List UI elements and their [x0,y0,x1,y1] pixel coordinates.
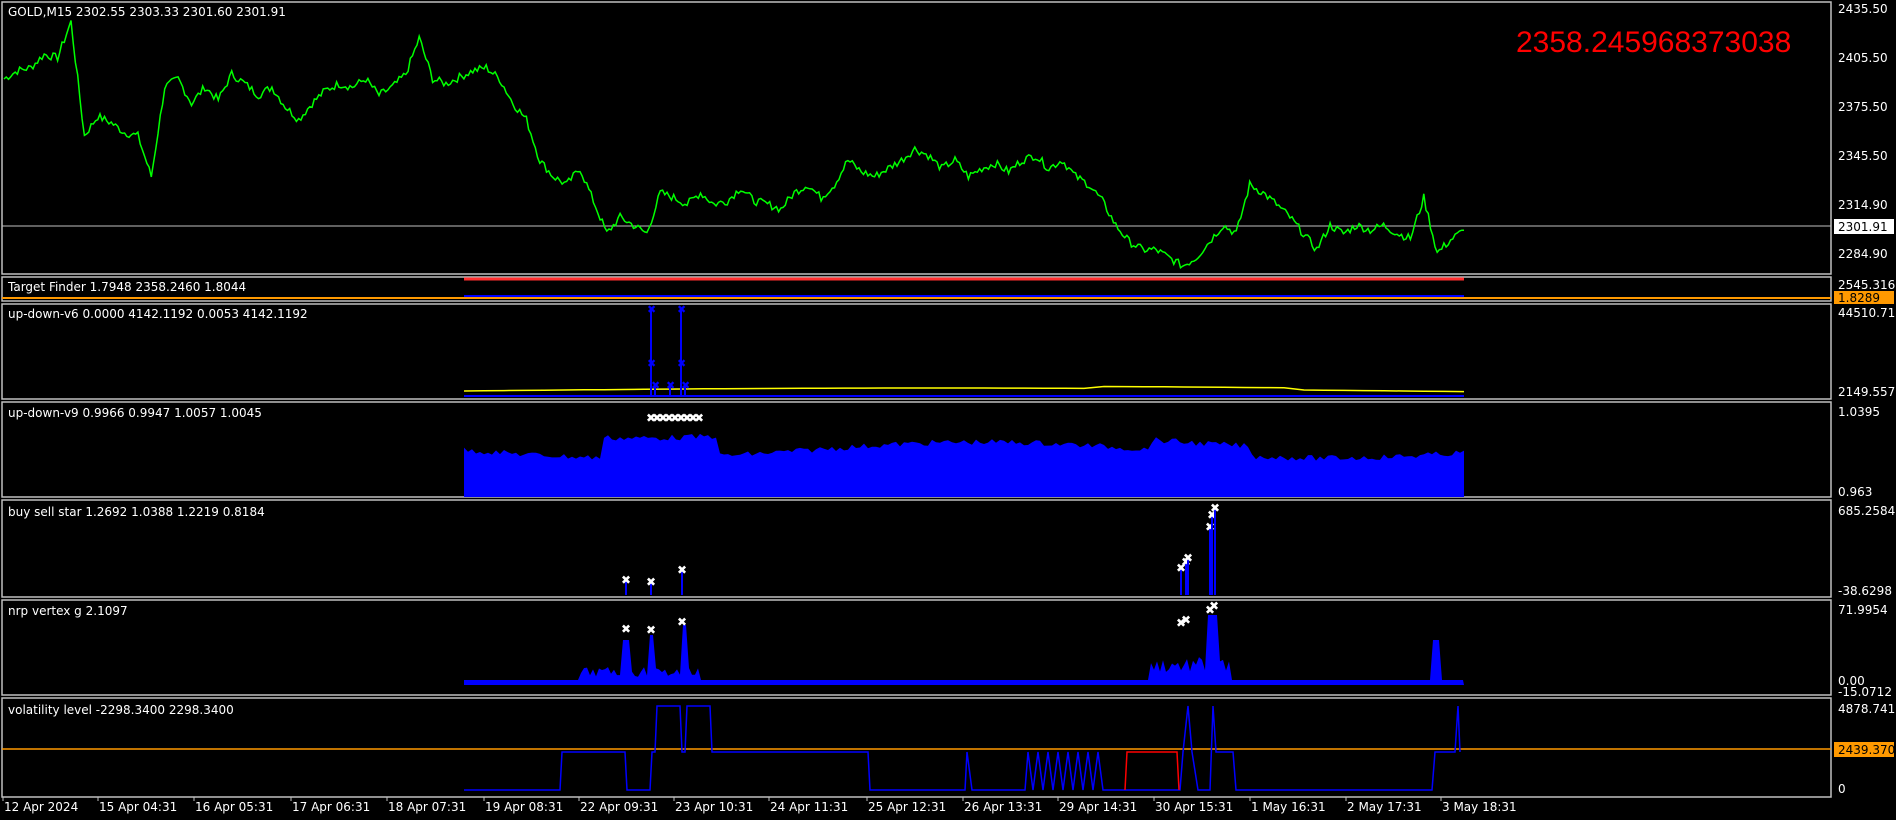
v6-cross-marker: ✖ [681,379,690,392]
price-tick: 2405.50 [1838,51,1888,65]
v6-cross-marker: ✖ [651,379,660,392]
time-label: 1 May 16:31 [1251,800,1326,814]
volatility-scale-top: 4878.741 [1838,702,1895,716]
buy-sell-star-scale-bottom: -38.6298 [1838,584,1892,598]
price-tick: 2284.90 [1838,247,1888,261]
target-finder-scale-top: 2545.3166 [1838,278,1896,292]
bss-cross-marker: ✖ [646,575,656,589]
up-down-v9-scale-top: 1.0395 [1838,405,1880,419]
time-label: 12 Apr 2024 [4,800,78,814]
bss-cross-marker: ✖ [1210,501,1220,515]
nrp-cross-marker: ✖ [677,615,687,629]
nrp-vertex-scale-top: 71.9954 [1838,603,1888,617]
up-down-v9-markers: ✖✖✖✖✖✖✖✖✖ [646,411,704,425]
nrp-cross-marker: ✖ [1209,599,1219,613]
buy-sell-star-label: buy sell star 1.2692 1.0388 1.2219 0.818… [8,505,265,519]
target-finder-badge: 1.8289 [1838,291,1880,305]
up-down-v6-label: up-down-v6 0.0000 4142.1192 0.0053 4142.… [8,307,308,321]
volatility-scale-bottom: 0 [1838,782,1846,796]
bss-cross-marker: ✖ [1183,551,1193,565]
big-target-value: 2358.245968373038 [1516,26,1791,59]
current-price-badge: 2301.91 [1838,220,1888,234]
time-label: 23 Apr 10:31 [675,800,753,814]
volatility-label: volatility level -2298.3400 2298.3400 [8,703,234,717]
time-label: 26 Apr 13:31 [964,800,1042,814]
up-down-v6-scale-bottom: 2149.5579 [1838,385,1896,399]
nrp-cross-marker: ✖ [1181,613,1191,627]
time-label: 16 Apr 05:31 [195,800,273,814]
nrp-cross-marker: ✖ [621,622,631,636]
up-down-v6-scale-top: 44510.716 [1838,306,1896,320]
v6-cross-marker: ✖ [647,357,656,370]
price-tick: 2435.50 [1838,2,1888,16]
nrp-cross-marker: ✖ [646,623,656,637]
v6-cross-marker: ✖ [677,303,686,316]
symbol-label: GOLD,M15 2302.55 2303.33 2301.60 2301.91 [8,5,286,19]
up-down-v9-scale-bottom: 0.963 [1838,485,1872,499]
time-label: 22 Apr 09:31 [580,800,658,814]
target-finder-label: Target Finder 1.7948 2358.2460 1.8044 [7,280,246,294]
time-label: 25 Apr 12:31 [868,800,946,814]
nrp-vertex-label: nrp vertex g 2.1097 [8,604,128,618]
up-down-v9-label: up-down-v9 0.9966 0.9947 1.0057 1.0045 [8,406,262,420]
price-tick: 2375.50 [1838,100,1888,114]
v6-cross-marker: ✖ [647,303,656,316]
chart-background [0,0,1896,820]
bss-cross-marker: ✖ [677,563,687,577]
time-label: 24 Apr 11:31 [770,800,848,814]
v6-cross-marker: ✖ [677,357,686,370]
time-label: 18 Apr 07:31 [388,800,466,814]
time-label: 2 May 17:31 [1347,800,1422,814]
time-label: 3 May 18:31 [1442,800,1517,814]
price-tick: 2314.90 [1838,198,1888,212]
time-label: 19 Apr 08:31 [485,800,563,814]
v9-marker: ✖ [694,411,704,425]
volatility-badge: 2439.3705 [1838,743,1896,757]
trading-chart[interactable]: GOLD,M15 2302.55 2303.33 2301.60 2301.91… [0,0,1896,820]
nrp-vertex-scale-bottom: -15.0712 [1838,685,1892,699]
time-label: 30 Apr 15:31 [1155,800,1233,814]
bss-cross-marker: ✖ [621,573,631,587]
time-label: 15 Apr 04:31 [99,800,177,814]
buy-sell-star-scale-top: 685.2584 [1838,504,1895,518]
bss-cross-marker: ✖ [1205,520,1215,534]
price-tick: 2345.50 [1838,149,1888,163]
time-label: 17 Apr 06:31 [292,800,370,814]
time-label: 29 Apr 14:31 [1059,800,1137,814]
v6-cross-marker: ✖ [666,379,675,392]
